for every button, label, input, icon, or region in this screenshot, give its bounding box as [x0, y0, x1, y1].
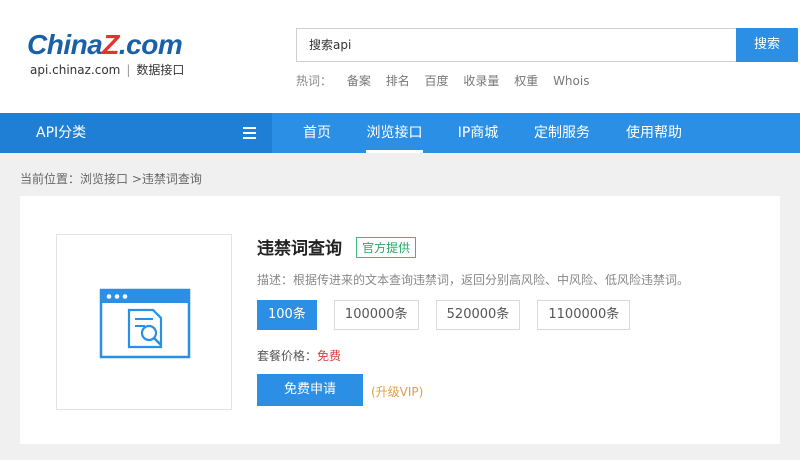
hot-word-link[interactable]: 备案 — [347, 74, 371, 88]
official-badge: 官方提供 — [356, 237, 417, 258]
nav-custom-service[interactable]: 定制服务 — [533, 113, 591, 153]
api-category-toggle[interactable]: API分类 — [0, 113, 272, 153]
nav-ip-mall[interactable]: IP商城 — [456, 113, 500, 153]
hot-words-label: 热词： — [296, 74, 333, 88]
hot-word-link[interactable]: 排名 — [386, 74, 410, 88]
search-button[interactable]: 搜索 — [736, 28, 798, 62]
product-description: 描述：根据传进来的文本查询违禁词，返回分别高风险、中风险、低风险违禁词。 — [257, 273, 690, 287]
hot-word-link[interactable]: 收录量 — [463, 74, 499, 88]
api-category-label: API分类 — [36, 125, 87, 141]
price-label: 套餐价格： — [257, 349, 318, 363]
price-value: 免费 — [317, 349, 342, 363]
logo-wordmark: ChinaZ.com — [27, 29, 183, 60]
free-apply-button[interactable]: 免费申请 — [257, 374, 363, 406]
hot-word-link[interactable]: 百度 — [425, 74, 449, 88]
header: ChinaZ.com api.chinaz.com | 数据接口 搜索api 搜索 … — [0, 0, 800, 113]
package-price: 套餐价格：免费 — [257, 347, 341, 364]
package-options: 100条 100000条 520000条 1100000条 — [257, 300, 642, 330]
logo[interactable]: ChinaZ.com api.chinaz.com | 数据接口 — [27, 28, 184, 77]
document-search-icon — [99, 288, 191, 359]
hot-words: 热词： 备案 排名 百度 收录量 权重 Whois — [296, 72, 589, 89]
product-card: 违禁词查询 官方提供 描述：根据传进来的文本查询违禁词，返回分别高风险、中风险、… — [20, 196, 780, 444]
hot-word-link[interactable]: 权重 — [514, 74, 538, 88]
upgrade-vip-link[interactable]: (升级VIP) — [371, 383, 423, 400]
nav-help[interactable]: 使用帮助 — [624, 113, 684, 153]
logo-subtitle: api.chinaz.com | 数据接口 — [30, 63, 185, 77]
menu-icon — [243, 127, 256, 139]
search-input[interactable]: 搜索api — [296, 28, 736, 62]
package-option[interactable]: 1100000条 — [537, 300, 631, 330]
product-title: 违禁词查询 — [257, 239, 342, 259]
nav-browse-api[interactable]: 浏览接口 — [366, 113, 423, 153]
hot-word-link[interactable]: Whois — [553, 74, 589, 88]
nav-home[interactable]: 首页 — [300, 113, 334, 153]
breadcrumb: 当前位置：浏览接口 >违禁词查询 — [20, 172, 202, 186]
package-option[interactable]: 100条 — [257, 300, 317, 330]
product-title-row: 违禁词查询 官方提供 — [257, 234, 417, 259]
product-thumbnail — [56, 234, 232, 410]
package-option[interactable]: 100000条 — [333, 300, 419, 330]
main-nav: API分类 首页 浏览接口 IP商城 定制服务 使用帮助 — [0, 113, 800, 153]
package-option[interactable]: 520000条 — [435, 300, 521, 330]
